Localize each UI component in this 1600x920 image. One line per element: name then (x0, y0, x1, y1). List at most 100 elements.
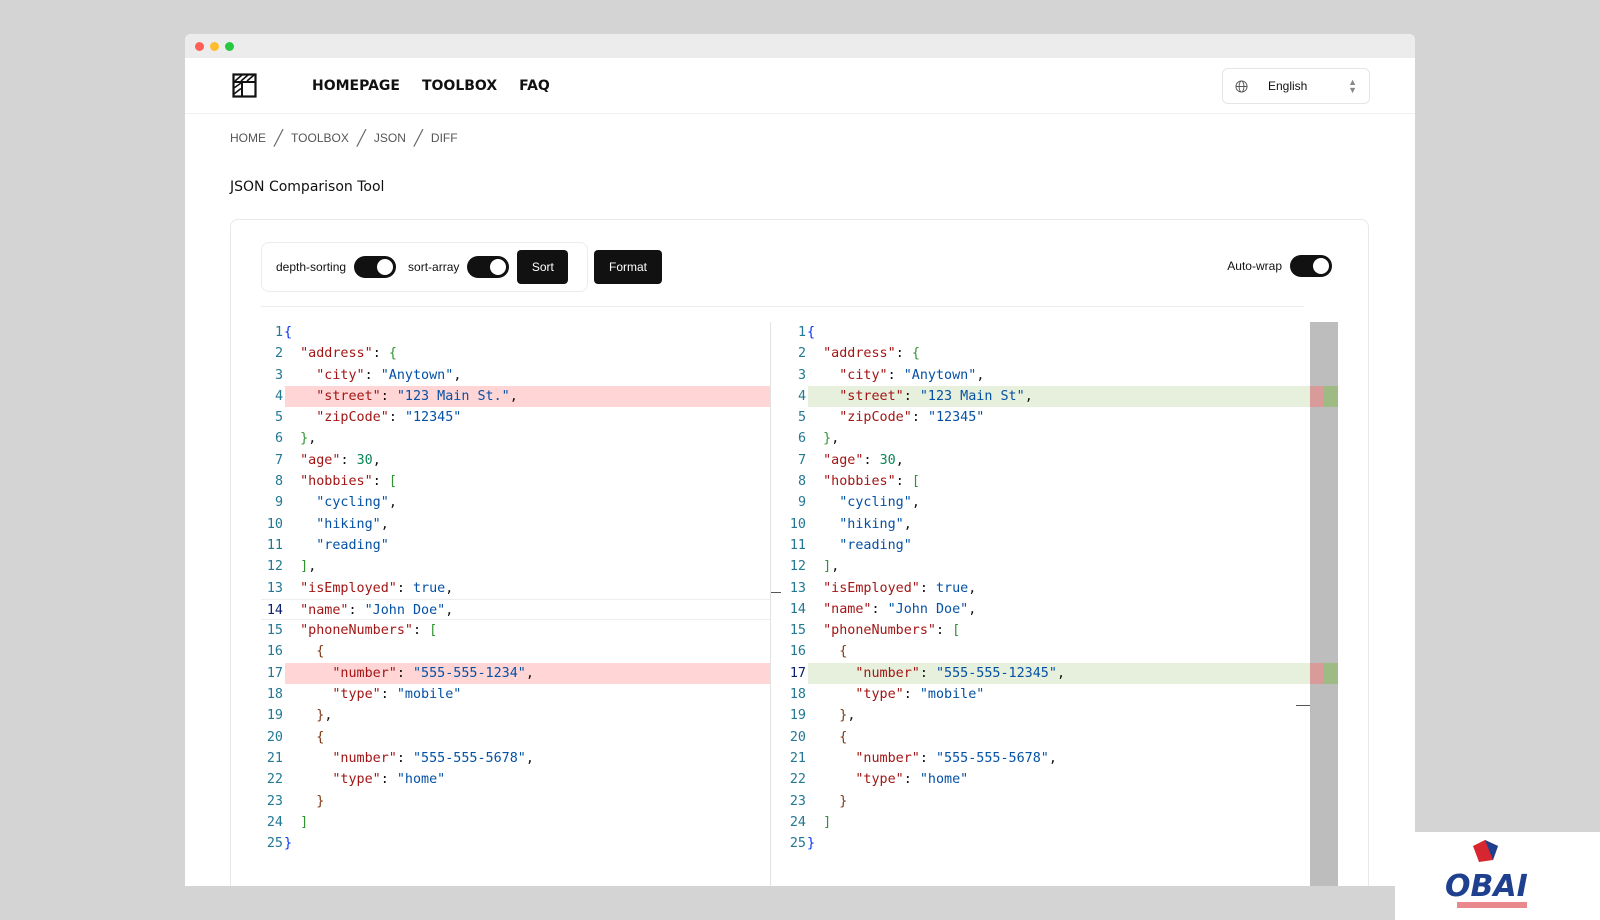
code-line[interactable]: 14 "name": "John Doe", (784, 599, 1289, 620)
code-text: "city": "Anytown", (316, 367, 462, 383)
diff-highlight (285, 428, 770, 449)
code-line[interactable]: 4 "street": "123 Main St", (784, 385, 1311, 408)
language-select[interactable]: English ▲ ▼ (1222, 68, 1370, 104)
diff-highlight (285, 727, 770, 748)
overview-insertion-mark (1324, 662, 1338, 684)
close-window-icon[interactable] (195, 41, 204, 51)
code-line[interactable]: 23 } (784, 791, 1289, 812)
code-text: "type": "mobile" (332, 687, 462, 703)
code-line[interactable]: 15 "phoneNumbers": [ (261, 620, 770, 641)
code-text: "street": "123 Main St.", (316, 388, 518, 404)
code-line[interactable]: 13 "isEmployed": true, (261, 578, 770, 599)
code-line[interactable]: 24 ] (784, 812, 1289, 833)
code-text: } (839, 793, 848, 809)
code-line[interactable]: 6 }, (261, 428, 770, 449)
code-line[interactable]: 10 "hiking", (784, 514, 1289, 535)
diff-highlight (808, 812, 1289, 833)
code-line[interactable]: 1{ (261, 322, 770, 343)
code-text: "cycling", (839, 495, 920, 511)
code-line[interactable]: 23 } (261, 791, 770, 812)
code-line[interactable]: 8 "hobbies": [ (784, 471, 1289, 492)
auto-wrap-toggle[interactable] (1290, 255, 1332, 277)
diff-highlight (808, 791, 1289, 812)
code-line[interactable]: 11 "reading" (261, 535, 770, 556)
code-line[interactable]: 5 "zipCode": "12345" (261, 407, 770, 428)
code-line[interactable]: 15 "phoneNumbers": [ (784, 620, 1289, 641)
sort-array-label: sort-array (408, 260, 460, 274)
code-text: ] (300, 814, 309, 830)
code-line[interactable]: 7 "age": 30, (261, 450, 770, 471)
diff-gutter-marker (771, 592, 781, 593)
code-line[interactable]: 12 ], (261, 556, 770, 577)
code-line[interactable]: 22 "type": "home" (261, 769, 770, 790)
code-line[interactable]: 25} (784, 833, 1289, 854)
code-line[interactable]: 5 "zipCode": "12345" (784, 407, 1289, 428)
code-line[interactable]: 14 "name": "John Doe", (261, 598, 770, 621)
diff-overview-scrollbar[interactable] (1310, 322, 1338, 886)
sort-button[interactable]: Sort (517, 250, 569, 284)
watermark-logo: OBAI (1395, 832, 1600, 920)
code-line[interactable]: 22 "type": "home" (784, 769, 1289, 790)
code-line[interactable]: 7 "age": 30, (784, 450, 1289, 471)
code-line[interactable]: 19 }, (261, 705, 770, 726)
original-json-editor[interactable]: 1{2 "address": {3 "city": "Anytown", 4 "s… (261, 322, 771, 886)
code-line[interactable]: 21 "number": "555-555-5678", (261, 748, 770, 769)
code-line[interactable]: 10 "hiking", (261, 514, 770, 535)
line-number: 23 (266, 793, 283, 809)
breadcrumb-home[interactable]: HOME (230, 131, 266, 145)
film-clapper-icon[interactable] (232, 73, 257, 98)
code-line[interactable]: 21 "number": "555-555-5678", (784, 748, 1289, 769)
code-line[interactable]: 18 "type": "mobile" (784, 684, 1289, 705)
code-line[interactable]: 2 "address": { (261, 343, 770, 364)
code-line[interactable]: 20 { (261, 727, 770, 748)
breadcrumb: HOME ╱ TOOLBOX ╱ JSON ╱ DIFF (230, 129, 458, 147)
line-number: 25 (266, 836, 283, 852)
code-line[interactable]: 1{ (784, 322, 1289, 343)
nav-faq[interactable]: FAQ (519, 78, 550, 94)
code-line[interactable]: 16 { (784, 641, 1289, 662)
code-line[interactable]: 18 "type": "mobile" (261, 684, 770, 705)
modified-json-editor[interactable]: 1{2 "address": {3 "city": "Anytown", 4 "s… (784, 322, 1311, 886)
code-line[interactable]: 3 "city": "Anytown", (261, 365, 770, 386)
minimize-window-icon[interactable] (210, 41, 219, 51)
code-line[interactable]: 6 }, (784, 428, 1289, 449)
line-number: 9 (274, 495, 283, 511)
breadcrumb-toolbox[interactable]: TOOLBOX (291, 131, 349, 145)
code-line[interactable]: 4 "street": "123 Main St.", (261, 385, 770, 408)
code-line[interactable]: 17 "number": "555-555-12345", (784, 662, 1311, 685)
code-line[interactable]: 11 "reading" (784, 535, 1289, 556)
depth-sorting-toggle[interactable] (354, 256, 397, 278)
code-line[interactable]: 24 ] (261, 812, 770, 833)
code-text: "street": "123 Main St", (839, 388, 1033, 404)
code-line[interactable]: 2 "address": { (784, 343, 1289, 364)
code-line[interactable]: 9 "cycling", (261, 492, 770, 513)
code-text: "cycling", (316, 495, 397, 511)
code-text: }, (823, 431, 840, 447)
maximize-window-icon[interactable] (225, 41, 234, 51)
line-number: 18 (266, 687, 283, 703)
line-number: 25 (789, 836, 806, 852)
auto-wrap-control: Auto-wrap (1227, 255, 1332, 277)
diff-highlight (808, 727, 1289, 748)
line-number: 12 (266, 559, 283, 575)
code-line[interactable]: 9 "cycling", (784, 492, 1289, 513)
code-line[interactable]: 25} (261, 833, 770, 854)
code-text: "hiking", (316, 516, 389, 532)
code-line[interactable]: 3 "city": "Anytown", (784, 365, 1289, 386)
line-number: 19 (789, 708, 806, 724)
code-text: } (807, 836, 816, 852)
nav-toolbox[interactable]: TOOLBOX (422, 78, 497, 94)
code-line[interactable]: 13 "isEmployed": true, (784, 578, 1289, 599)
page-title: JSON Comparison Tool (230, 179, 385, 195)
diff-highlight (285, 791, 770, 812)
sort-array-toggle[interactable] (467, 256, 510, 278)
code-line[interactable]: 8 "hobbies": [ (261, 471, 770, 492)
code-line[interactable]: 20 { (784, 727, 1289, 748)
code-line[interactable]: 17 "number": "555-555-1234", (261, 662, 770, 685)
code-line[interactable]: 19 }, (784, 705, 1289, 726)
code-line[interactable]: 12 ], (784, 556, 1289, 577)
breadcrumb-json[interactable]: JSON (374, 131, 406, 145)
code-line[interactable]: 16 { (261, 641, 770, 662)
format-button[interactable]: Format (594, 250, 662, 284)
nav-homepage[interactable]: HOMEPAGE (312, 78, 400, 94)
